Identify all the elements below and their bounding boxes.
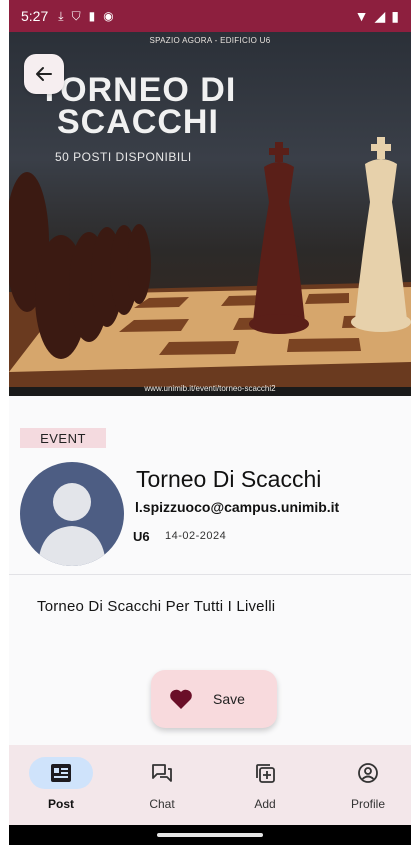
nav-chat-label: Chat [149,797,175,811]
nav-post[interactable]: Post [26,757,96,811]
save-button[interactable]: Save [151,670,277,728]
event-type-badge: EVENT [20,428,106,448]
heart-icon [170,689,192,709]
battery-icon: ▮ [391,7,399,24]
arrow-left-icon [36,67,52,81]
event-title: Torneo Di Scacchi [136,466,322,492]
nav-post-label: Post [47,797,74,811]
profile-icon [358,763,378,783]
add-icon [256,764,275,783]
event-image: SPAZIO AGORA - EDIFICIO U6 TORNEO DI SCA… [9,32,411,396]
nav-profile-label: Profile [350,797,385,811]
image-title: TORNEO DI SCACCHI [39,71,237,141]
sd-card-icon: ▮ [88,9,96,23]
nav-add-label: Add [254,797,276,811]
event-description: Torneo Di Scacchi Per Tutti I Livelli [37,598,276,615]
event-room: U6 [133,529,150,544]
person-icon [38,483,106,566]
wifi-icon: ▼ [354,8,369,24]
chat-icon [152,764,172,782]
avatar [20,462,124,566]
home-indicator[interactable] [157,833,263,837]
image-subtitle: 50 POSTI DISPONIBILI [55,150,192,164]
image-caption: SPAZIO AGORA - EDIFICIO U6 [149,36,271,45]
post-icon [51,764,71,782]
status-bar: 5:27 ⤓ ⛉ ▮ ◉ ▼ ◢ ▮ [9,0,411,32]
app-frame: 5:27 ⤓ ⛉ ▮ ◉ ▼ ◢ ▮ SPAZIO AGORA - EDIFIC… [9,0,411,845]
status-time: 5:27 [21,8,49,24]
gesture-bar [9,825,411,845]
event-date: 14-02-2024 [165,530,227,542]
back-button[interactable] [24,54,64,94]
image-url: www.unimib.it/eventi/torneo-scacchi2 [144,384,276,393]
organizer-email[interactable]: l.spizzuoco@campus.unimib.it [135,499,339,515]
signal-icon: ◢ [374,7,386,24]
nav-profile[interactable]: Profile [333,757,403,811]
circle-icon: ◉ [103,9,114,23]
nav-add[interactable]: Add [230,757,300,811]
download-icon: ⤓ [58,8,64,23]
divider [9,574,411,575]
bottom-navigation: Post Chat Add Profile [9,745,411,825]
shield-off-icon: ⛉ [71,8,81,23]
save-label: Save [213,691,245,707]
nav-chat[interactable]: Chat [127,757,197,811]
